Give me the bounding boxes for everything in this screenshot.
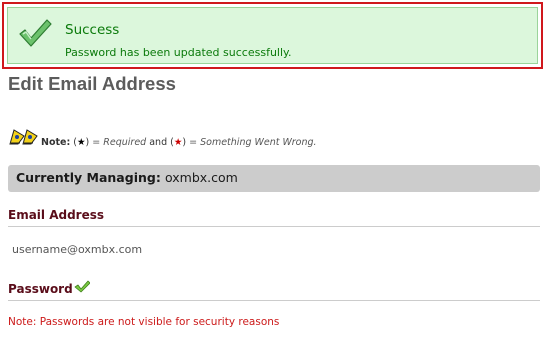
error-text: = Something Went Wrong. [189, 137, 317, 148]
password-visibility-note: Note: Passwords are not visible for secu… [8, 316, 280, 328]
error-close-paren: ) [182, 137, 187, 148]
alert-message: Password has been updated successfully. [65, 46, 292, 59]
password-label: Password [8, 282, 73, 296]
note-label: Note: [41, 137, 71, 148]
password-divider [8, 300, 540, 301]
alert-title: Success [65, 22, 120, 38]
email-address-value: username@oxmbx.com [12, 243, 143, 256]
email-address-label: Email Address [8, 208, 105, 222]
required-close-paren: ) [85, 137, 90, 148]
currently-managing-bar: Currently Managing: oxmbx.com [8, 165, 540, 192]
and-text: and [149, 137, 168, 148]
required-text: = Required [92, 137, 147, 148]
note-text: Note: (★) = Required and (★) = Something… [41, 137, 317, 148]
success-alert-body: Success Password has been updated succes… [7, 7, 538, 64]
page-title: Edit Email Address [8, 73, 176, 94]
managing-domain: oxmbx.com [165, 170, 238, 185]
email-divider [8, 226, 540, 227]
password-checkmark-icon [74, 280, 90, 293]
managing-label: Currently Managing: [16, 170, 161, 185]
checkmark-icon [19, 19, 52, 47]
warning-flags-icon [9, 129, 38, 145]
success-alert: Success Password has been updated succes… [2, 2, 543, 69]
required-star-icon: ★ [77, 137, 86, 148]
